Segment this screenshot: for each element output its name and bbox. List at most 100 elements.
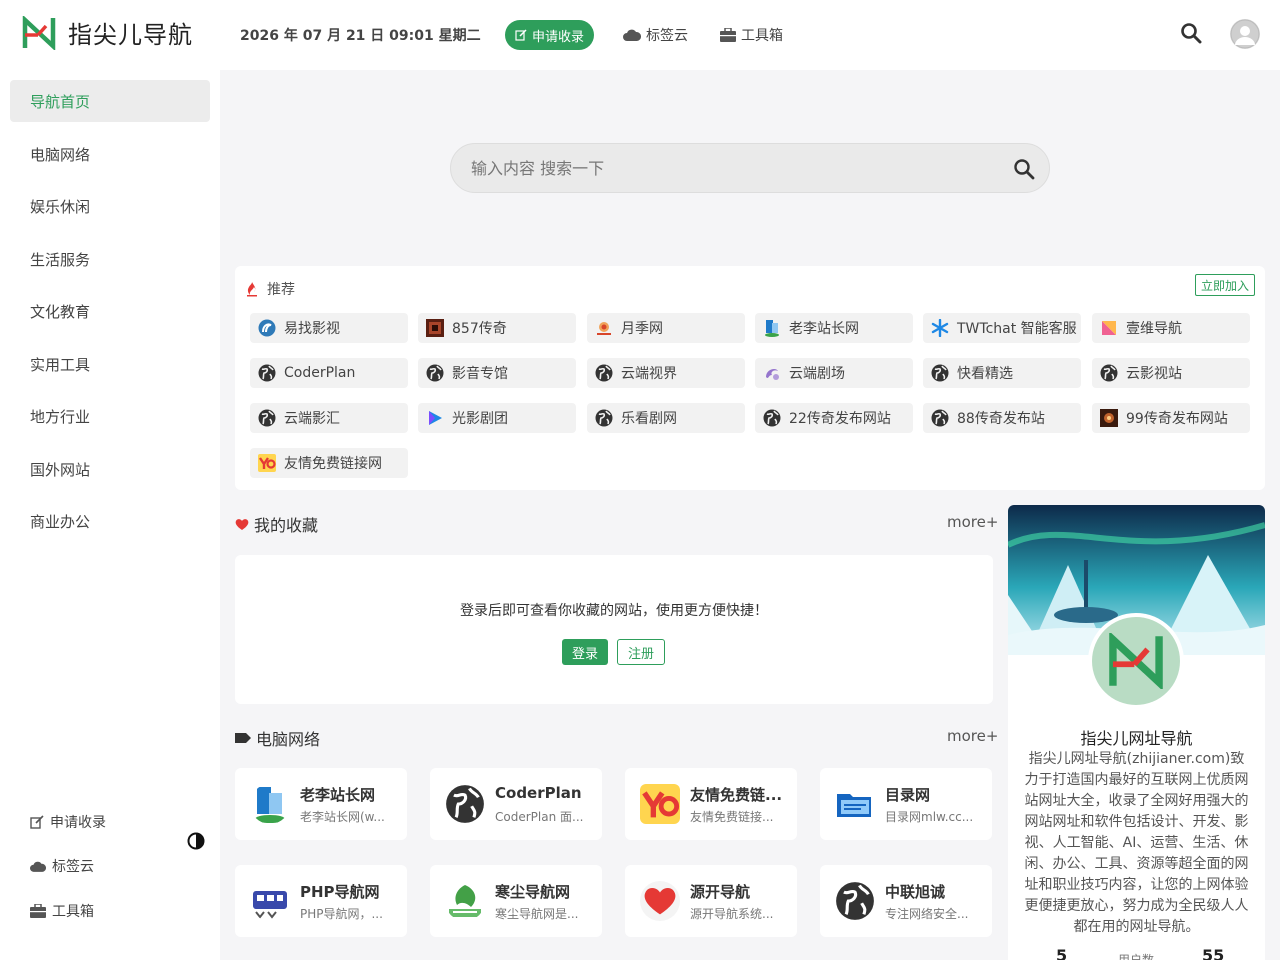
site-name: CoderPlan xyxy=(495,784,582,802)
recommend-item[interactable]: 老李站长网 xyxy=(755,313,913,343)
favorites-more-link[interactable]: more+ xyxy=(947,513,998,531)
recommend-item[interactable]: 云端影汇 xyxy=(250,403,408,433)
recommend-item[interactable]: 云端剧场 xyxy=(755,358,913,388)
site-name: 老李站长网 xyxy=(300,786,376,804)
sidebar-apply-link[interactable]: 申请收录 xyxy=(30,812,106,832)
recommend-item-label: CoderPlan xyxy=(284,365,356,381)
recommend-item[interactable]: 壹维导航 xyxy=(1092,313,1250,343)
recommend-header: 推荐 xyxy=(245,279,295,299)
logo-mark-icon xyxy=(22,15,56,50)
top-header: 指尖儿导航 2026 年 07 月 21 日 09:01 星期二 申请收录 标签… xyxy=(0,0,1280,70)
cloud-icon xyxy=(30,861,46,872)
edit-icon xyxy=(515,29,527,41)
site-description: 目录网mlw.cc... xyxy=(885,810,974,824)
game-logo-icon xyxy=(426,319,444,337)
recommend-item[interactable]: CoderPlan xyxy=(250,358,408,388)
play-logo-icon xyxy=(426,409,444,427)
computer-section-header: 电脑网络 xyxy=(235,726,320,750)
site-logo[interactable]: 指尖儿导航 xyxy=(22,15,193,50)
site-card[interactable]: PHP导航网 PHP导航网，... xyxy=(235,865,407,937)
globe-icon xyxy=(595,409,613,427)
profile-description: 指尖儿网址导航(zhijianer.com)致力于打造国内最好的互联网上优质网站… xyxy=(1024,751,1249,935)
sidebar-item-foreign[interactable]: 国外网站 xyxy=(10,448,210,490)
site-description: 友情免费链接... xyxy=(690,810,774,824)
search-icon[interactable] xyxy=(1180,22,1202,44)
recommend-item[interactable]: 友情免费链接网 xyxy=(250,448,408,478)
globe-icon xyxy=(931,364,949,382)
recommend-item[interactable]: 22传奇发布网站 xyxy=(755,403,913,433)
sidebar-item-label: 地方行业 xyxy=(30,407,91,426)
sidebar-toolbox-link[interactable]: 工具箱 xyxy=(30,901,94,921)
join-now-button[interactable]: 立即加入 xyxy=(1194,274,1255,296)
site-card[interactable]: 目录网 目录网mlw.cc... xyxy=(820,768,992,840)
folder-logo-icon xyxy=(835,784,875,824)
site-description: 专注网络安全... xyxy=(885,907,969,921)
sidebar-apply-label: 申请收录 xyxy=(50,815,106,831)
site-card[interactable]: 源开导航 源开导航系统... xyxy=(625,865,797,937)
recommend-item[interactable]: 光影剧团 xyxy=(418,403,576,433)
recommend-item[interactable]: 99传奇发布网站 xyxy=(1092,403,1250,433)
user-avatar[interactable] xyxy=(1230,19,1260,49)
tag-cloud-link[interactable]: 标签云 xyxy=(623,25,688,45)
globe-icon xyxy=(763,409,781,427)
search-submit-icon[interactable] xyxy=(1013,158,1035,180)
apply-listing-button[interactable]: 申请收录 xyxy=(505,20,595,50)
leaf-logo-icon xyxy=(445,881,485,921)
favorites-panel: 登录后即可查看你收藏的网站，使用更方便快捷！ 登录 注册 xyxy=(235,555,993,704)
site-card[interactable]: 老李站长网 老李站长网(w... xyxy=(235,768,407,840)
site-description: PHP导航网，... xyxy=(300,907,383,921)
login-button[interactable]: 登录 xyxy=(562,639,608,665)
swirl-logo-icon xyxy=(763,364,781,382)
sidebar-item-label: 商业办公 xyxy=(30,512,91,531)
site-card[interactable]: CoderPlan CoderPlan 面... xyxy=(430,768,602,840)
sidebar-item-home[interactable]: 导航首页 xyxy=(10,80,210,122)
main-search-box xyxy=(450,143,1050,193)
recommend-item-label: 88传奇发布站 xyxy=(957,411,1045,427)
site-description: 寒尘导航网是... xyxy=(495,907,579,921)
sidebar-item-business[interactable]: 商业办公 xyxy=(10,500,210,542)
sidebar-item-label: 文化教育 xyxy=(30,302,91,321)
sidebar-item-life[interactable]: 生活服务 xyxy=(10,238,210,280)
stat-label: 用户数 xyxy=(1118,953,1155,960)
recommend-item-label: 云端视界 xyxy=(621,366,677,382)
favorites-login-message: 登录后即可查看你收藏的网站，使用更方便快捷！ xyxy=(460,603,768,619)
recommend-title: 推荐 xyxy=(267,282,295,298)
recommend-item[interactable]: 88传奇发布站 xyxy=(923,403,1081,433)
briefcase-icon xyxy=(30,904,46,918)
sidebar-item-education[interactable]: 文化教育 xyxy=(10,290,210,332)
site-card[interactable]: 寒尘导航网 寒尘导航网是... xyxy=(430,865,602,937)
recommend-item[interactable]: 影音专馆 xyxy=(418,358,576,388)
recommend-item[interactable]: 易找影视 xyxy=(250,313,408,343)
recommend-item[interactable]: 乐看剧网 xyxy=(587,403,745,433)
briefcase-icon xyxy=(720,28,736,42)
sidebar-item-entertainment[interactable]: 娱乐休闲 xyxy=(10,185,210,227)
sidebar-item-tools[interactable]: 实用工具 xyxy=(10,343,210,385)
recommend-item[interactable]: 云端视界 xyxy=(587,358,745,388)
sidebar-toolbox-label: 工具箱 xyxy=(52,904,94,920)
site-name: 友情免费链... xyxy=(690,786,783,804)
prism-logo-icon xyxy=(1100,319,1118,337)
globe-icon xyxy=(1100,364,1118,382)
recommend-item[interactable]: TWTchat 智能客服 xyxy=(923,313,1081,343)
recommend-item[interactable]: 快看精选 xyxy=(923,358,1081,388)
sidebar-item-label: 国外网站 xyxy=(30,460,91,479)
recommend-item-label: 光影剧团 xyxy=(452,411,508,427)
sidebar-item-computer[interactable]: 电脑网络 xyxy=(10,133,210,175)
book-logo-icon xyxy=(250,784,290,824)
sidebar-item-local[interactable]: 地方行业 xyxy=(10,395,210,437)
sidebar-tag-cloud-link[interactable]: 标签云 xyxy=(30,856,94,876)
toolbox-label: 工具箱 xyxy=(741,28,783,44)
recommend-item[interactable]: 云影视站 xyxy=(1092,358,1250,388)
recommend-item-label: 友情免费链接网 xyxy=(284,456,382,472)
theme-toggle-icon[interactable] xyxy=(187,832,205,850)
recommend-item-label: 月季网 xyxy=(621,321,663,337)
search-input[interactable] xyxy=(471,158,991,178)
site-card[interactable]: 中联旭诚 专注网络安全... xyxy=(820,865,992,937)
heart-icon xyxy=(235,518,249,530)
recommend-item[interactable]: 857传奇 xyxy=(418,313,576,343)
register-button[interactable]: 注册 xyxy=(617,639,665,665)
recommend-item[interactable]: 月季网 xyxy=(587,313,745,343)
site-card[interactable]: 友情免费链... 友情免费链接... xyxy=(625,768,797,840)
computer-section-more-link[interactable]: more+ xyxy=(947,727,998,745)
toolbox-link[interactable]: 工具箱 xyxy=(720,25,783,45)
